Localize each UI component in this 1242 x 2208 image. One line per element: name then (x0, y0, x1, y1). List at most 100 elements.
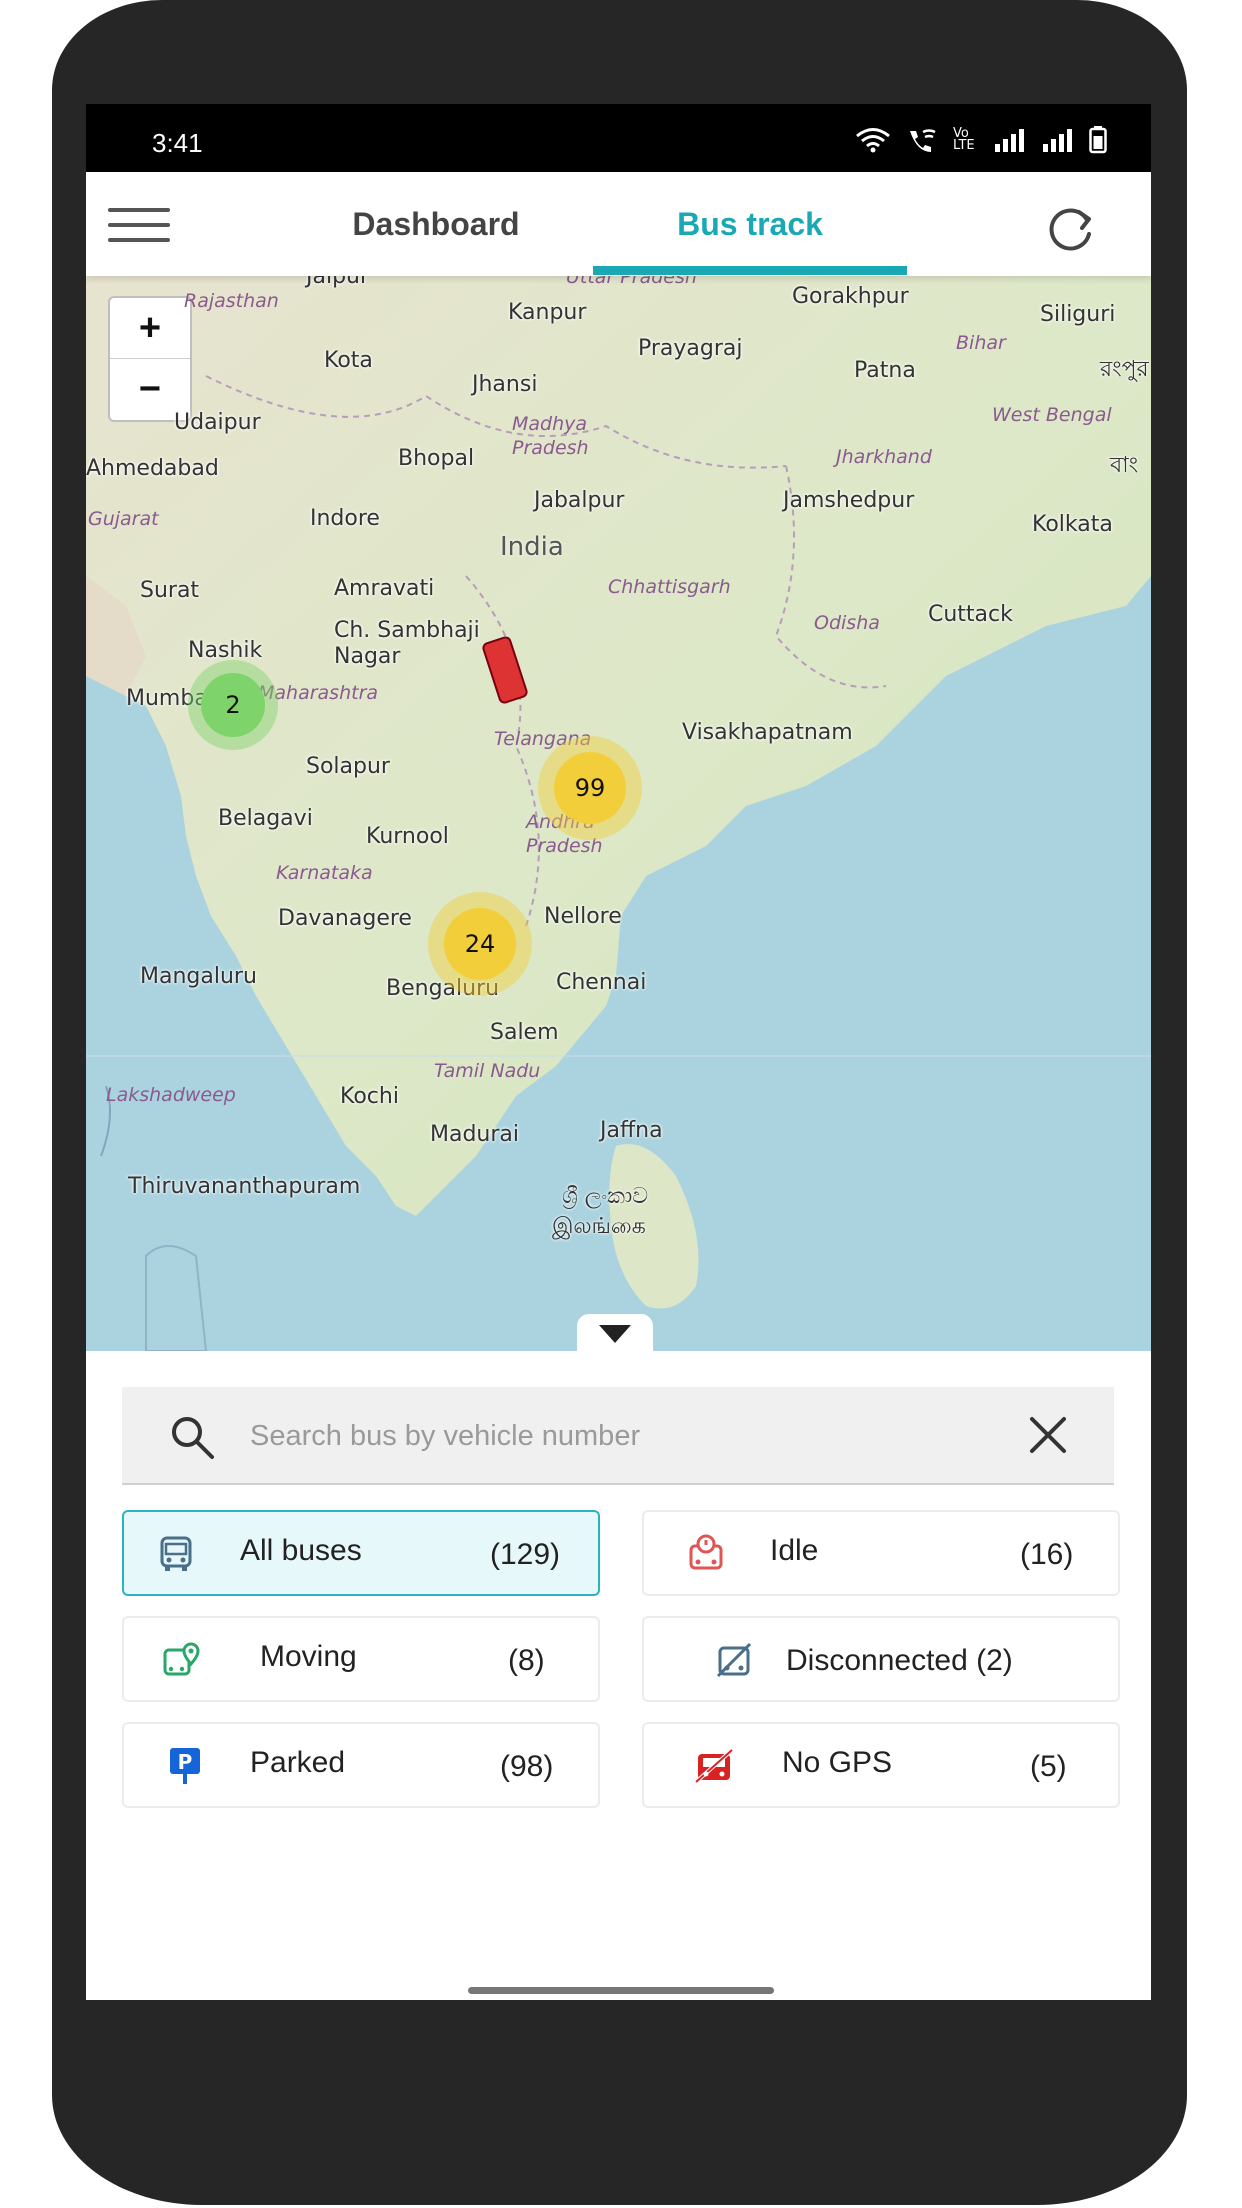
place-label: Davanagere (278, 906, 412, 931)
filter-label: Parked (250, 1746, 346, 1779)
zoom-control: + − (108, 296, 192, 422)
filter-label: Moving (260, 1640, 357, 1673)
place-label: Jamshedpur (783, 488, 915, 513)
bus-cluster-marker[interactable]: 99 (538, 736, 642, 840)
filter-no-gps[interactable]: No GPS (5) (642, 1722, 1120, 1808)
place-label: বাং (1110, 453, 1139, 478)
place-label: Surat (140, 578, 200, 603)
bus-filter-panel: All buses (129) Idle (16) Moving (8) (86, 1351, 1151, 2000)
home-indicator[interactable] (468, 1987, 774, 1994)
signal-strength-icon-2 (1043, 129, 1072, 152)
region-label: Karnataka (276, 862, 373, 884)
wifi-calling-icon (910, 129, 936, 152)
signal-strength-icon-1 (995, 129, 1024, 152)
place-label: Jhansi (472, 372, 538, 397)
cluster-count: 2 (201, 673, 265, 737)
region-label: Bihar (956, 332, 1006, 354)
place-label: Kanpur (508, 300, 587, 325)
refresh-icon[interactable] (1043, 200, 1099, 256)
place-label: Nashik (188, 638, 263, 663)
status-icons: Vo LTE (855, 126, 1107, 154)
place-label: Kochi (340, 1084, 399, 1109)
place-label: Patna (854, 358, 916, 383)
place-label: Gorakhpur (792, 284, 909, 309)
place-label: Madurai (430, 1122, 520, 1147)
place-label: Indore (310, 506, 380, 531)
filter-count: (98) (500, 1750, 554, 1783)
search-input[interactable] (248, 1409, 1012, 1463)
filter-idle[interactable]: Idle (16) (642, 1510, 1120, 1596)
place-label: Prayagraj (638, 336, 743, 361)
place-label: Kurnool (366, 824, 449, 849)
place-label: Udaipur (174, 410, 261, 435)
place-label: இலங்கை (552, 1214, 646, 1239)
place-label: ශ්‍රී ලංකාව (562, 1184, 649, 1209)
status-time: 3:41 (152, 128, 203, 158)
place-label: Jaffna (600, 1118, 663, 1143)
tab-dashboard[interactable]: Dashboard (316, 172, 556, 276)
place-label: Cuttack (928, 602, 1013, 627)
parking-icon: P (170, 1748, 200, 1784)
volte-label: Vo LTE (953, 126, 975, 153)
svg-text:P: P (178, 1750, 193, 1774)
active-tab-indicator (593, 266, 907, 275)
no-gps-icon (694, 1748, 734, 1784)
status-bar: 3:41 Vo LTE (86, 104, 1151, 172)
region-label: Chhattisgarh (608, 576, 731, 598)
wifi-icon (856, 128, 890, 153)
region-label: Odisha (814, 612, 880, 634)
region-label: Lakshadweep (106, 1084, 236, 1106)
close-icon[interactable] (1028, 1415, 1068, 1455)
place-label: Belagavi (218, 806, 313, 831)
collapse-panel-button[interactable] (577, 1314, 653, 1351)
region-label: Madhya Pradesh (512, 413, 589, 459)
place-label: Ahmedabad (86, 456, 219, 481)
cluster-count: 24 (444, 908, 516, 980)
bus-icon (160, 1536, 192, 1571)
bus-cluster-marker[interactable]: 2 (188, 660, 278, 750)
filter-count: (5) (1030, 1750, 1067, 1783)
filter-label: Idle (770, 1534, 819, 1567)
region-label: West Bengal (992, 404, 1112, 426)
country-label: India (500, 532, 564, 562)
place-label: Nellore (544, 904, 622, 929)
filter-disconnected[interactable]: Disconnected (2) (642, 1616, 1120, 1702)
map-view[interactable]: + − Jaipur Uttar Pradesh Gorakhpur Rajas… (86, 276, 1151, 1351)
filter-moving[interactable]: Moving (8) (122, 1616, 600, 1702)
disconnected-bus-icon (716, 1642, 752, 1678)
hamburger-menu-icon[interactable] (108, 206, 172, 246)
place-label: Kota (324, 348, 373, 373)
bus-cluster-marker[interactable]: 24 (428, 892, 532, 996)
place-label: Mangaluru (140, 964, 257, 989)
zoom-in-button[interactable]: + (110, 298, 190, 358)
filter-label: All buses (240, 1534, 362, 1567)
filter-count: (8) (508, 1644, 545, 1677)
region-label: Jharkhand (836, 446, 932, 468)
place-label: Chennai (556, 970, 647, 995)
caret-down-icon (599, 1325, 631, 1343)
tab-bus-track[interactable]: Bus track (593, 172, 907, 276)
filter-count: (16) (1020, 1538, 1074, 1571)
search-icon (172, 1417, 214, 1459)
filter-parked[interactable]: P Parked (98) (122, 1722, 600, 1808)
place-label: Siliguri (1040, 302, 1116, 327)
moving-bus-icon (163, 1642, 200, 1676)
place-label: Visakhapatnam (682, 720, 853, 745)
place-label: Salem (490, 1020, 559, 1045)
place-label: Bhopal (398, 446, 475, 471)
cluster-count: 99 (554, 752, 626, 824)
region-label: Rajasthan (184, 290, 279, 312)
app-header: Dashboard Bus track (86, 172, 1151, 276)
place-label: Jaipur (306, 276, 370, 289)
place-label: Kolkata (1032, 512, 1113, 537)
app-screen: 3:41 Vo LTE Dashboard Bus track + − Jaip… (86, 104, 1151, 2000)
filter-label: No GPS (782, 1746, 893, 1779)
filter-all-buses[interactable]: All buses (129) (122, 1510, 600, 1596)
battery-icon (1089, 126, 1107, 154)
place-label: রংপুর (1100, 357, 1149, 382)
place-label: Jabalpur (534, 488, 625, 513)
place-label: Amravati (334, 576, 435, 601)
filter-label: Disconnected (2) (786, 1644, 1013, 1677)
search-bar (122, 1387, 1114, 1485)
place-label: Solapur (306, 754, 390, 779)
